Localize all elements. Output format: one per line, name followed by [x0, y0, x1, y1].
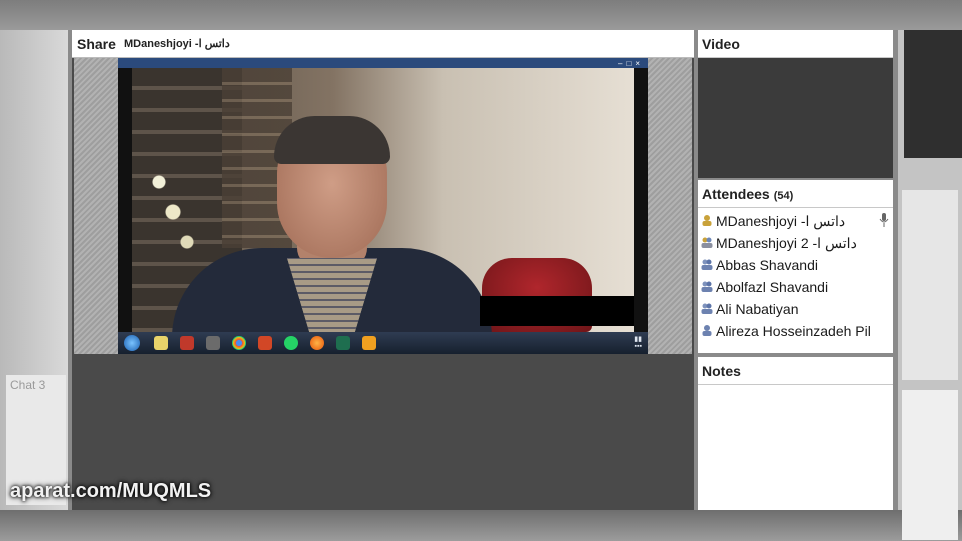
- top-letterbox: [0, 0, 962, 30]
- chrome-icon: [232, 336, 246, 350]
- app2-icon: [336, 336, 350, 350]
- speaker-figure: [172, 108, 492, 332]
- attendee-list[interactable]: داتس ا- MDaneshjoyi داتس ا- MDaneshjoyi …: [698, 210, 893, 342]
- blurred-right-panel: [898, 30, 962, 540]
- powerpoint-icon: [258, 336, 272, 350]
- attendee-row[interactable]: داتس ا- MDaneshjoyi 2: [698, 232, 893, 254]
- attendee-name: Alireza Hosseinzadeh Pil: [716, 323, 871, 339]
- attendee-name: Abolfazl Shavandi: [716, 279, 829, 295]
- attendee-row[interactable]: داتس ا- MDaneshjoyi: [698, 210, 893, 232]
- blurred-attendee-pod: [902, 190, 958, 380]
- blurred-chat-title: Chat 3: [10, 378, 46, 392]
- firefox-icon: [310, 336, 324, 350]
- windows-taskbar: ▮▮ ▪▪▪: [118, 332, 648, 354]
- share-pod[interactable]: Share داتس ا- MDaneshjoyi –□× ▮▮ ▪▪▪: [72, 30, 694, 510]
- attendees-title-text: Attendees: [702, 186, 770, 202]
- participant-user-icon: [701, 303, 713, 314]
- host-user-icon: [702, 215, 712, 226]
- attendee-name: داتس ا- MDaneshjoyi 2: [716, 235, 857, 251]
- shared-screen-area[interactable]: –□× ▮▮ ▪▪▪: [74, 58, 692, 354]
- attendee-name: داتس ا- MDaneshjoyi: [716, 213, 846, 229]
- video-pod-body: [698, 58, 893, 178]
- watermark: aparat.com/MUQMLS: [10, 480, 212, 502]
- blurred-notes-pod: [902, 390, 958, 540]
- microphone-icon[interactable]: [879, 213, 889, 227]
- font-tool-icon: [206, 336, 220, 350]
- player-title-strip: –□×: [118, 58, 648, 68]
- window-controls-icon: –□×: [618, 59, 644, 68]
- share-presenter-name: داتس ا- MDaneshjoyi: [124, 38, 230, 50]
- attendee-row[interactable]: Alireza Hosseinzadeh Pil: [698, 320, 893, 342]
- attendee-row[interactable]: Abolfazl Shavandi: [698, 276, 893, 298]
- video-pod[interactable]: Video: [698, 30, 893, 178]
- start-orb-icon: [124, 335, 140, 351]
- presenter-user-icon: [701, 237, 713, 248]
- speaker-hair: [274, 116, 390, 164]
- share-pod-title: Share: [77, 36, 116, 52]
- attendee-count: (54): [773, 190, 794, 202]
- attendee-name: Ali Nabatiyan: [716, 301, 799, 317]
- blurred-left-panel: Chat 3: [0, 30, 68, 510]
- video-pod-header: Video: [698, 30, 893, 58]
- shared-desktop: –□× ▮▮ ▪▪▪: [118, 58, 648, 354]
- participant-user-icon: [701, 281, 713, 292]
- notes-pod-title: Notes: [702, 363, 741, 379]
- whatsapp-icon: [284, 336, 298, 350]
- shared-video-frame: [132, 68, 634, 332]
- system-tray: ▮▮ ▪▪▪: [634, 336, 642, 350]
- folder-icon: [154, 336, 168, 350]
- app-icon: [180, 336, 194, 350]
- participant-user-icon: [701, 259, 713, 270]
- attendee-name: Abbas Shavandi: [716, 257, 818, 273]
- attendees-pod[interactable]: Attendees (54) داتس ا- MDaneshjoyi داتس ا…: [698, 180, 893, 353]
- attendee-row[interactable]: Abbas Shavandi: [698, 254, 893, 276]
- attendee-row[interactable]: Ali Nabatiyan: [698, 298, 893, 320]
- notes-pod[interactable]: Notes: [698, 357, 893, 510]
- participant-user-icon: [702, 325, 712, 336]
- share-pod-header: Share داتس ا- MDaneshjoyi: [72, 30, 694, 58]
- notes-pod-header: Notes: [698, 357, 893, 385]
- caption-blackbox: [480, 296, 634, 326]
- attendees-pod-header: Attendees (54): [698, 180, 893, 208]
- blurred-video-pod: [904, 30, 962, 158]
- attendees-pod-title: Attendees (54): [702, 186, 793, 202]
- bottom-letterbox: [0, 510, 962, 541]
- media-player-icon: [362, 336, 376, 350]
- video-pod-title: Video: [702, 36, 740, 52]
